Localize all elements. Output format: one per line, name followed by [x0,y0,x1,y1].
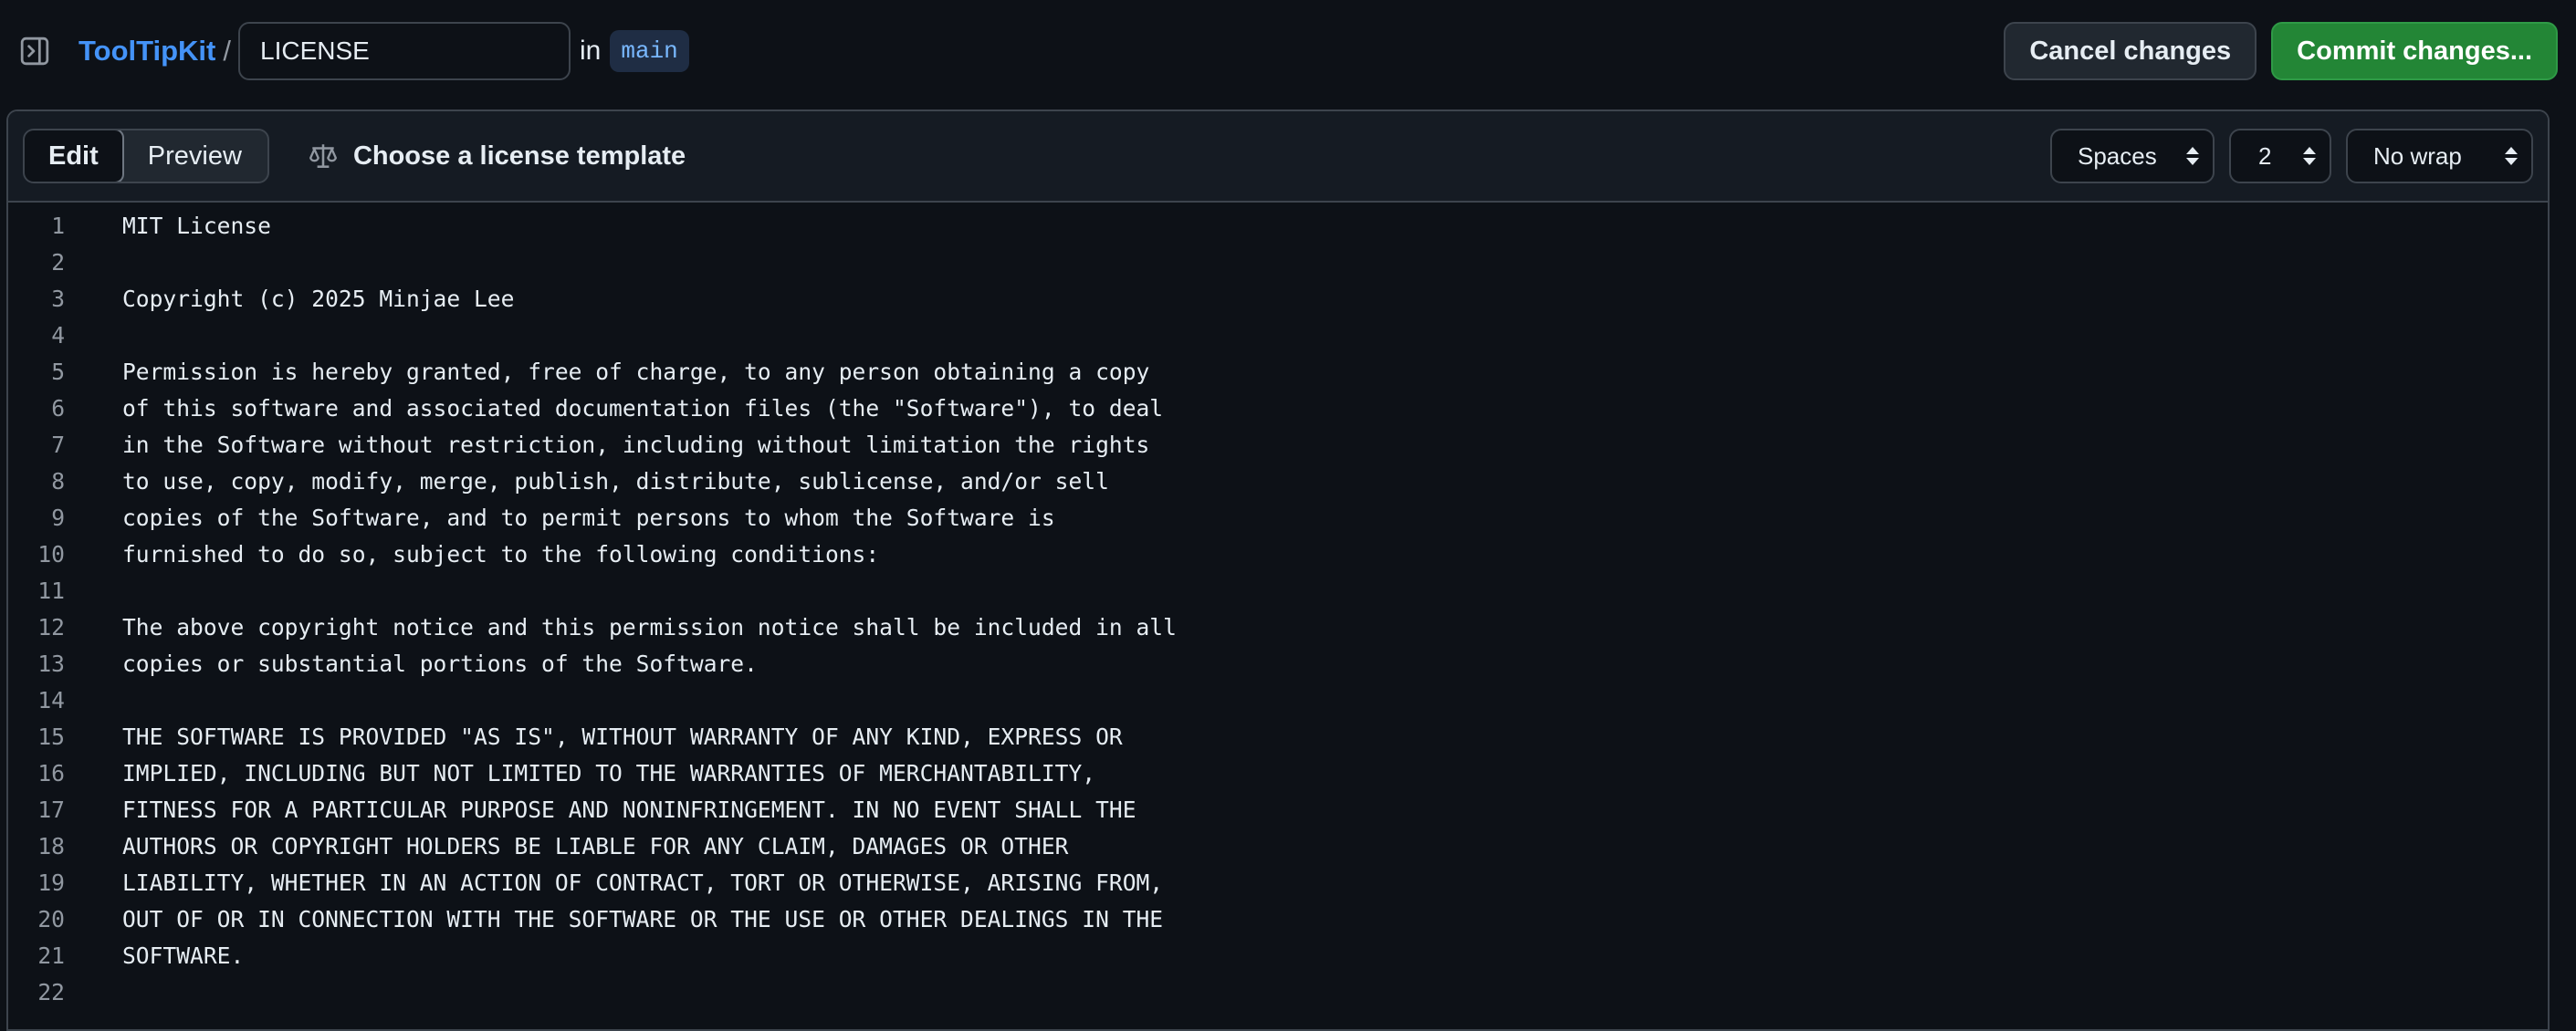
code-line[interactable]: 17 FITNESS FOR A PARTICULAR PURPOSE AND N… [8,791,2548,828]
cancel-changes-button[interactable]: Cancel changes [2004,22,2257,80]
code-line[interactable]: 22 [8,974,2548,1010]
line-number: 7 [51,431,65,458]
line-text[interactable]: AUTHORS OR COPYRIGHT HOLDERS BE LIABLE F… [122,833,1068,859]
indent-size-select[interactable]: 2 [2229,129,2331,183]
code-line[interactable]: 10 furnished to do so, subject to the fol… [8,536,2548,572]
code-line[interactable]: 15 THE SOFTWARE IS PROVIDED "AS IS", WITH… [8,718,2548,755]
code-line[interactable]: 8 to use, copy, modify, merge, publish, d… [8,463,2548,499]
code-line[interactable]: 7 in the Software without restriction, in… [8,426,2548,463]
code-editor[interactable]: 1 MIT License 2 3 Copyright (c) 2025 Minjae … [8,203,2548,1029]
in-label: in [580,36,602,66]
line-number: 13 [37,650,65,677]
line-text[interactable]: furnished to do so, subject to the follo… [122,541,879,568]
line-number: 2 [51,248,65,276]
line-text[interactable]: SOFTWARE. [122,942,244,969]
line-text[interactable]: MIT License [122,213,271,239]
edit-preview-toggle: Edit Preview [23,129,269,183]
branch-badge: main [610,30,689,72]
line-number: 21 [37,942,65,969]
line-number: 19 [37,869,65,896]
line-number: 3 [51,285,65,312]
line-text[interactable]: THE SOFTWARE IS PROVIDED "AS IS", WITHOU… [122,724,1123,750]
code-line[interactable]: 18 AUTHORS OR COPYRIGHT HOLDERS BE LIABLE… [8,828,2548,864]
template-label: Choose a license template [352,141,686,171]
chevron-up-down-icon [2302,146,2317,166]
file-editor: Edit Preview Choose a license template S… [6,109,2550,1031]
filename-input[interactable] [238,22,571,80]
line-number: 22 [37,978,65,1005]
code-line[interactable]: 20 OUT OF OR IN CONNECTION WITH THE SOFTW… [8,901,2548,937]
line-text[interactable]: The above copyright notice and this perm… [122,614,1177,640]
line-text[interactable]: Copyright (c) 2025 Minjae Lee [122,286,514,312]
line-number: 6 [51,394,65,422]
line-text[interactable]: OUT OF OR IN CONNECTION WITH THE SOFTWAR… [122,906,1163,932]
line-text[interactable]: copies or substantial portions of the So… [122,651,758,677]
line-number: 14 [37,686,65,713]
code-line[interactable]: 14 [8,682,2548,718]
sidebar-expand-icon [20,36,49,66]
line-text[interactable]: of this software and associated document… [122,395,1163,422]
path-separator: / [223,35,231,67]
tab-edit[interactable]: Edit [24,130,124,182]
chevron-up-down-icon [2185,146,2200,166]
line-number: 11 [37,577,65,604]
code-line[interactable]: 19 LIABILITY, WHETHER IN AN ACTION OF CON… [8,864,2548,901]
line-number: 4 [51,321,65,349]
sidebar-toggle-button[interactable] [18,35,51,68]
indent-mode-value: Spaces [2078,141,2157,170]
code-line[interactable]: 16 IMPLIED, INCLUDING BUT NOT LIMITED TO … [8,755,2548,791]
line-number: 5 [51,358,65,385]
line-number: 12 [37,613,65,640]
line-number: 18 [37,832,65,859]
code-line[interactable]: 12 The above copyright notice and this pe… [8,609,2548,645]
line-text[interactable]: to use, copy, modify, merge, publish, di… [122,468,1109,495]
line-number: 1 [51,212,65,239]
line-text[interactable]: IMPLIED, INCLUDING BUT NOT LIMITED TO TH… [122,760,1095,786]
chevron-up-down-icon [2504,146,2518,166]
line-number: 16 [37,759,65,786]
repo-link[interactable]: ToolTipKit [79,35,215,68]
line-text[interactable]: in the Software without restriction, inc… [122,432,1149,458]
code-line[interactable]: 1 MIT License [8,207,2548,244]
code-line[interactable]: 11 [8,572,2548,609]
line-text[interactable]: copies of the Software, and to permit pe… [122,505,1055,531]
code-line[interactable]: 6 of this software and associated documen… [8,390,2548,426]
line-text[interactable]: FITNESS FOR A PARTICULAR PURPOSE AND NON… [122,797,1136,823]
line-number: 17 [37,796,65,823]
code-line[interactable]: 21 SOFTWARE. [8,937,2548,974]
line-text[interactable]: LIABILITY, WHETHER IN AN ACTION OF CONTR… [122,870,1163,896]
commit-changes-button[interactable]: Commit changes... [2271,22,2558,80]
indent-size-value: 2 [2258,141,2272,170]
line-text[interactable]: Permission is hereby granted, free of ch… [122,359,1149,385]
code-line[interactable]: 13 copies or substantial portions of the … [8,645,2548,682]
code-line[interactable]: 5 Permission is hereby granted, free of c… [8,353,2548,390]
code-line[interactable]: 4 [8,317,2548,353]
line-number: 10 [37,540,65,568]
line-number: 15 [37,723,65,750]
line-number: 9 [51,504,65,531]
line-number: 20 [37,905,65,932]
editor-toolbar: Edit Preview Choose a license template S… [8,111,2548,203]
code-line[interactable]: 3 Copyright (c) 2025 Minjae Lee [8,280,2548,317]
tab-preview[interactable]: Preview [122,130,267,182]
wrap-mode-select[interactable]: No wrap [2346,129,2533,183]
code-line[interactable]: 2 [8,244,2548,280]
wrap-mode-value: No wrap [2373,141,2462,170]
law-icon [308,141,339,172]
indent-mode-select[interactable]: Spaces [2050,129,2215,183]
line-number: 8 [51,467,65,495]
code-line[interactable]: 9 copies of the Software, and to permit p… [8,499,2548,536]
editor-top-bar: ToolTipKit / in main Cancel changes Comm… [0,0,2576,102]
choose-license-template-button[interactable]: Choose a license template [308,141,686,172]
